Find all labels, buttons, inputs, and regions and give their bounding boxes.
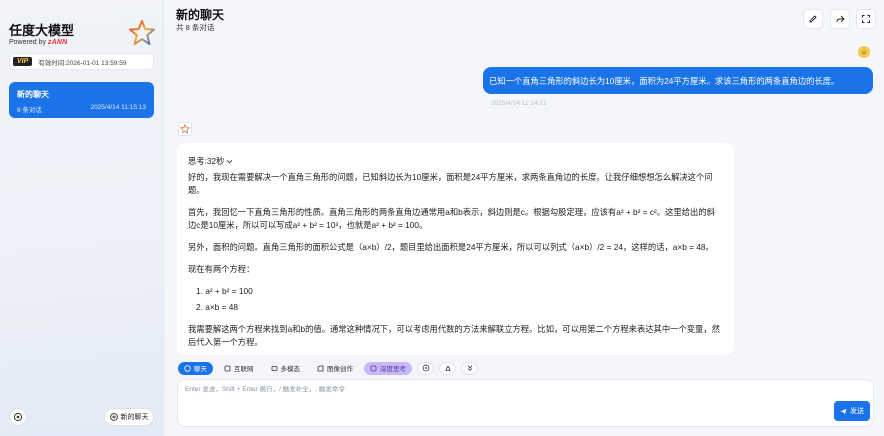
broom-icon [444, 365, 451, 371]
user-message: 已知一个直角三角形的斜边长为10厘米，面积为24平方厘米。求该三角形的两条直角边… [483, 67, 873, 94]
bot-avatar [178, 122, 192, 136]
chat-item-count: 8 条对话 [17, 107, 42, 114]
star-logo-icon [129, 20, 155, 45]
user-avatar [858, 46, 870, 58]
vip-expiry: 有效时间:2026-01-01 13:59:59 [38, 59, 127, 67]
chat-item-active[interactable]: 新的聊天 8 条对话 2025/4/14 11:15:13 [9, 82, 154, 118]
chat-header: 新的聊天 共 8 条对话 [164, 0, 884, 38]
tool-internet[interactable]: 互联网 [218, 362, 260, 375]
edit-button[interactable] [803, 9, 823, 29]
smiley-icon [862, 50, 866, 54]
tool-multimodal-label: 多模态 [280, 366, 301, 373]
expand-icon [862, 15, 870, 23]
chat-count: 共 8 条对话 [176, 23, 215, 32]
tool-deep-think[interactable]: 深度思考 [364, 361, 412, 375]
main-panel: 新的聊天 共 8 条对话 已知一个直角三角形的斜边长为10厘米，面积为24平方厘… [164, 0, 884, 436]
tool-compass[interactable] [417, 361, 434, 375]
share-icon [836, 15, 845, 23]
equation-item: 1. a² + b² = 100 [196, 286, 253, 296]
new-chat-button[interactable]: 新的聊天 [104, 408, 154, 426]
send-button[interactable]: 发送 [834, 401, 870, 421]
tool-deep-think-label: 深度思考 [380, 366, 406, 373]
share-button[interactable] [830, 9, 850, 29]
sidebar: 任度大模型 Powered by zANN VIP 有效时间:2026-01-0… [0, 0, 164, 436]
composer-toolbar: 聊天 互联网 多模态 图像创作 深度思考 [178, 361, 478, 375]
think-toggle[interactable]: 思考:32秒 [188, 155, 723, 168]
brain-icon [370, 365, 377, 371]
tool-internet-label: 互联网 [234, 366, 254, 373]
palette-icon [317, 365, 324, 371]
new-chat-label: 新的聊天 [120, 414, 149, 421]
brand-title: 任度大模型 [9, 23, 75, 38]
answer-paragraph: 现在有两个方程： [188, 264, 255, 274]
send-icon [840, 408, 847, 414]
chat-item-title: 新的聊天 [17, 90, 49, 99]
chevron-down-icon [227, 159, 233, 164]
vip-card: VIP 有效时间:2026-01-01 13:59:59 [9, 53, 154, 70]
chat-item-date: 2025/4/14 11:15:13 [90, 104, 146, 111]
chat-bubble-icon [184, 364, 191, 372]
tool-chat-label: 聊天 [194, 366, 207, 373]
answer-paragraph: 好的，我现在需要解决一个直角三角形的问题，已知斜边长为10厘米，面积是24平方厘… [188, 172, 713, 195]
think-label: 思考:32秒 [188, 156, 225, 166]
assistant-message: 思考:32秒 好的，我现在需要解决一个直角三角形的问题，已知斜边长为10厘米，面… [177, 143, 734, 355]
message-input-box[interactable] [177, 379, 874, 427]
answer-paragraph: 另外，面积的问题。直角三角形的面积公式是（a×b）/2，题目里给出面积是24平方… [188, 242, 714, 252]
tool-image-create-label: 图像创作 [327, 366, 353, 373]
tool-multimodal[interactable]: 多模态 [265, 362, 307, 375]
globe-icon [224, 365, 231, 371]
tool-collapse[interactable] [461, 361, 478, 375]
answer-paragraph: 我需要解这两个方程来找到a和b的值。通常这种情况下，可以考虑用代数的方法来解联立… [188, 324, 720, 347]
powered-prefix: Powered by [9, 39, 46, 46]
settings-button[interactable] [9, 408, 27, 426]
equation-list: 1. a² + b² = 100 2. a×b = 48 [188, 285, 723, 314]
page-title: 新的聊天 [176, 8, 225, 22]
image-icon [271, 365, 277, 371]
vip-badge: VIP [13, 57, 33, 66]
tool-chat[interactable]: 聊天 [178, 361, 213, 375]
settings-icon [13, 412, 23, 422]
message-input[interactable] [185, 386, 785, 393]
double-chevron-down-icon [467, 365, 472, 371]
pencil-icon [809, 15, 817, 23]
powered-by: Powered by zANN [9, 39, 67, 46]
tool-clean[interactable] [439, 361, 456, 375]
user-message-time: 2025/4/14 11:14:21 [491, 100, 547, 107]
equation-item: 2. a×b = 48 [196, 302, 238, 312]
fullscreen-button[interactable] [856, 9, 876, 29]
star-logo-icon [180, 124, 190, 134]
tool-image-create[interactable]: 图像创作 [311, 362, 359, 375]
send-label: 发送 [850, 408, 864, 415]
powered-brand: zANN [47, 39, 68, 46]
compass-icon [422, 364, 429, 372]
answer-paragraph: 首先，我回忆一下直角三角形的性质。直角三角形的两条直角边通常用a和b表示，斜边则… [188, 207, 715, 230]
composer: 聊天 互联网 多模态 图像创作 深度思考 Enter 发送，Shift + En… [164, 355, 884, 436]
plus-circle-icon [109, 413, 118, 421]
